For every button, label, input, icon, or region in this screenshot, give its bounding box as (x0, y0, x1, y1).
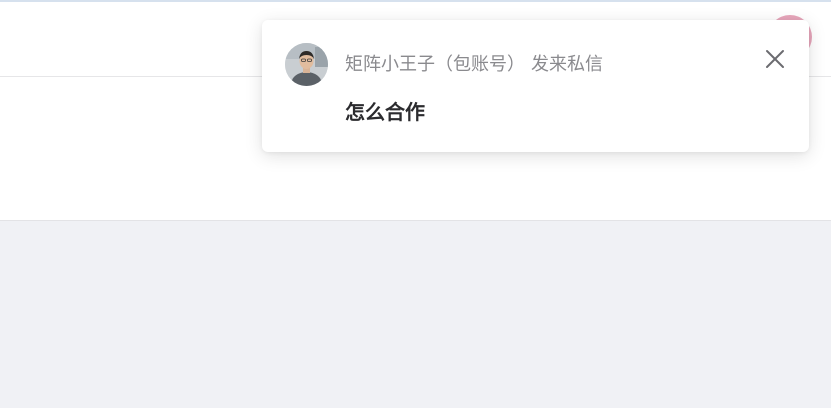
close-icon[interactable] (762, 46, 788, 72)
notification-action-text: 发来私信 (531, 54, 603, 75)
notification-title: 矩阵小王子（包账号） 发来私信 (345, 53, 603, 77)
private-message-notification[interactable]: 矩阵小王子（包账号） 发来私信 怎么合作 (262, 20, 809, 152)
user-avatar-icon (285, 43, 328, 86)
sender-avatar[interactable] (285, 43, 328, 86)
close-button[interactable] (762, 46, 788, 72)
notification-message: 怎么合作 (345, 100, 425, 124)
content-area (0, 221, 831, 408)
sender-name[interactable]: 矩阵小王子（包账号） (345, 54, 525, 75)
app-page: 矩阵小王子（包账号） 发来私信 怎么合作 (0, 0, 831, 408)
